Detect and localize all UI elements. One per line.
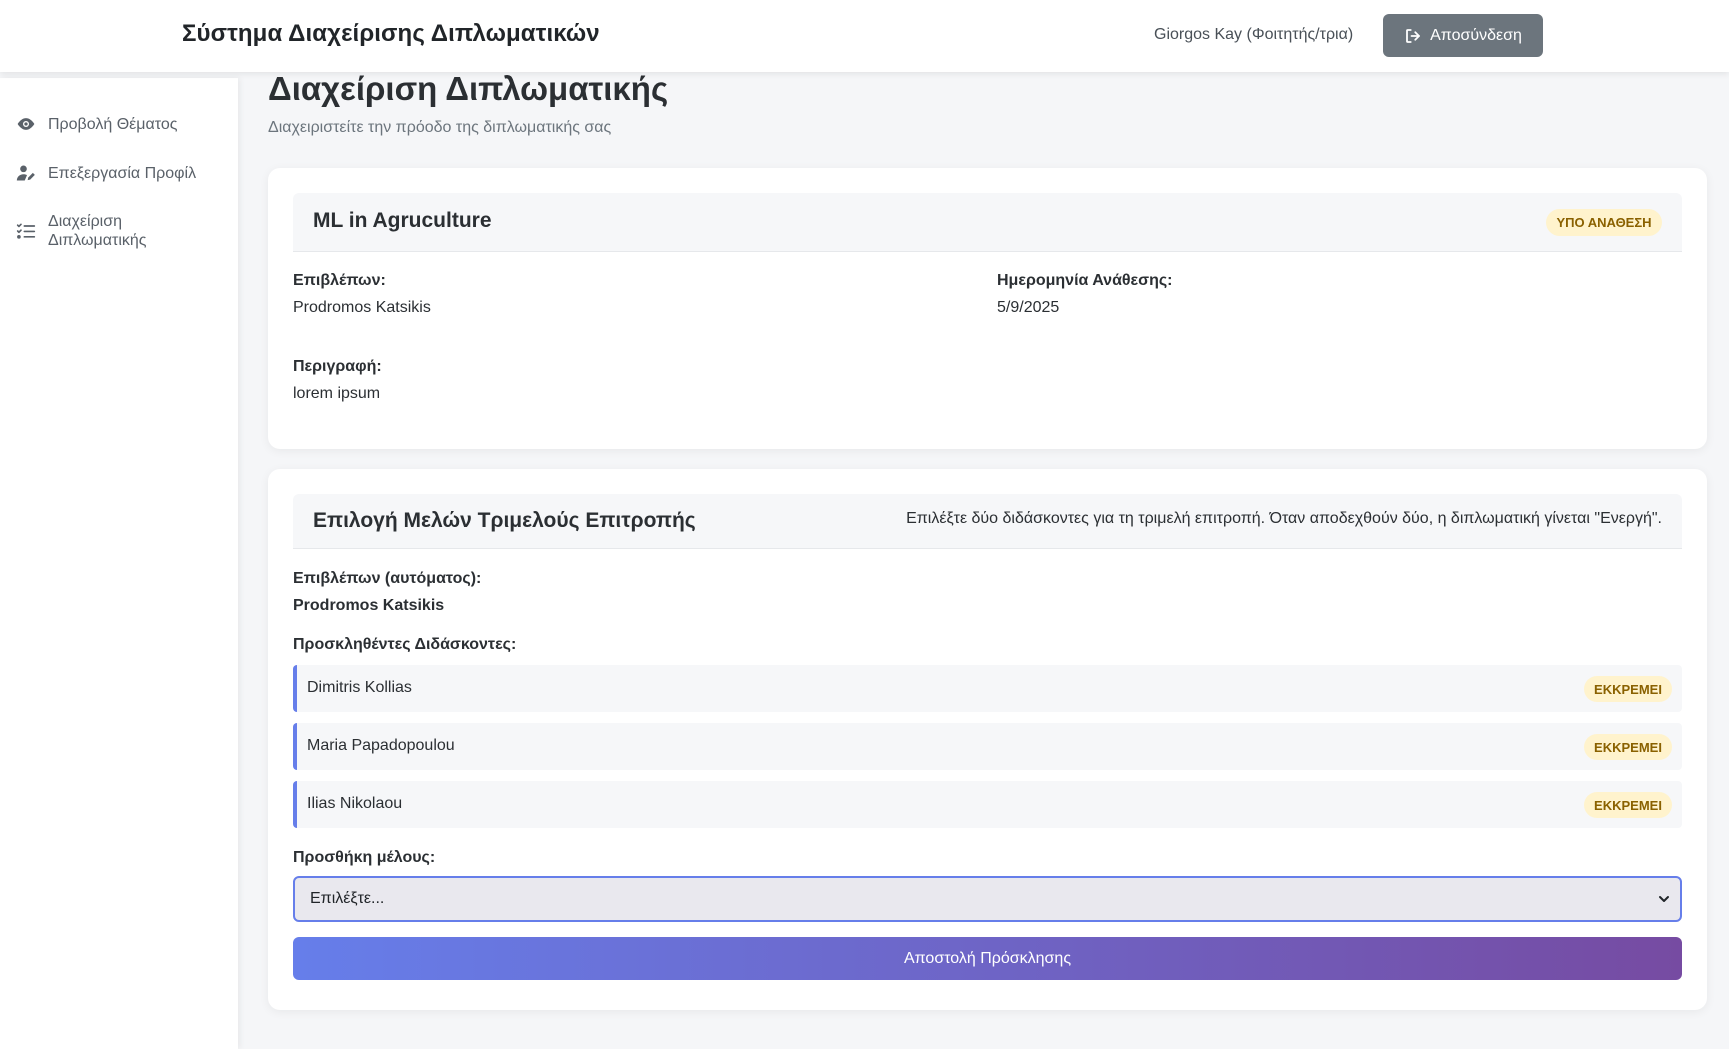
send-invitation-button[interactable]: Αποστολή Πρόσκλησης — [293, 937, 1682, 980]
member-select[interactable]: Επιλέξτε... — [293, 876, 1682, 922]
top-navbar: Σύστημα Διαχείρισης Διπλωματικών Giorgos… — [0, 0, 1729, 72]
status-badge: ΕΚΚΡΕΜΕΙ — [1584, 676, 1672, 702]
status-badge: ΕΚΚΡΕΜΕΙ — [1584, 734, 1672, 760]
sidebar-item-manage-thesis[interactable]: Διαχείριση Διπλωματικής — [16, 212, 168, 250]
status-badge: ΕΚΚΡΕΜΕΙ — [1584, 792, 1672, 818]
user-edit-icon — [16, 165, 35, 181]
status-badge: ΥΠΟ ΑΝΑΘΕΣΗ — [1546, 209, 1662, 236]
invited-member-name: Ilias Nikolaou — [307, 795, 403, 812]
sidebar-item-label: Διαχείριση Διπλωματικής — [48, 213, 147, 249]
sidebar: Προβολή Θέματος Επεξεργασία Προφίλ Διαχε… — [0, 78, 238, 1049]
member-select-value: Επιλέξτε... — [310, 890, 385, 907]
description-label: Περιγραφή: — [293, 358, 382, 375]
committee-instructions: Επιλέξτε δύο διδάσκοντες για τη τριμελή … — [906, 510, 1662, 527]
thesis-card-header: ML in Agruculture ΥΠΟ ΑΝΑΘΕΣΗ — [293, 193, 1682, 252]
sidebar-item-edit-profile[interactable]: Επεξεργασία Προφίλ — [16, 163, 196, 183]
app-title: Σύστημα Διαχείρισης Διπλωματικών — [182, 20, 600, 47]
current-user-name: Giorgos Kay (Φοιτητής/τρια) — [1154, 26, 1354, 43]
committee-card-header: Επιλογή Μελών Τριμελούς Επιτροπής Επιλέξ… — [293, 494, 1682, 549]
thesis-card: ML in Agruculture ΥΠΟ ΑΝΑΘΕΣΗ Επιβλέπων:… — [268, 168, 1707, 449]
page-subtitle: Διαχειριστείτε την πρόοδο της διπλωματικ… — [268, 119, 612, 136]
list-item: Ilias Nikolaou ΕΚΚΡΕΜΕΙ — [293, 781, 1682, 828]
supervisor-value: Prodromos Katsikis — [293, 299, 431, 316]
invited-member-name: Dimitris Kollias — [307, 679, 412, 696]
supervisor-label: Επιβλέπων: — [293, 272, 386, 289]
invited-member-name: Maria Papadopoulou — [307, 737, 455, 754]
checklist-icon — [16, 223, 36, 239]
assignment-date-label: Ημερομηνία Ανάθεσης: — [997, 272, 1173, 289]
add-member-label: Προσθήκη μέλους: — [293, 849, 436, 866]
list-item: Dimitris Kollias ΕΚΚΡΕΜΕΙ — [293, 665, 1682, 712]
auto-supervisor-label: Επιβλέπων (αυτόματος): — [293, 570, 482, 587]
eye-icon — [17, 118, 35, 130]
invited-teachers-label: Προσκληθέντες Διδάσκοντες: — [293, 636, 517, 653]
sidebar-item-label: Επεξεργασία Προφίλ — [48, 164, 197, 182]
sidebar-item-label: Προβολή Θέματος — [48, 115, 178, 133]
auto-supervisor-value: Prodromos Katsikis — [293, 597, 445, 614]
logout-label: Αποσύνδεση — [1430, 26, 1522, 44]
sign-out-icon — [1406, 28, 1420, 43]
sidebar-item-view-topic[interactable]: Προβολή Θέματος — [16, 114, 177, 134]
committee-card: Επιλογή Μελών Τριμελούς Επιτροπής Επιλέξ… — [268, 469, 1707, 1010]
description-value: lorem ipsum — [293, 385, 381, 402]
logout-button[interactable]: Αποσύνδεση — [1383, 14, 1543, 57]
committee-title: Επιλογή Μελών Τριμελούς Επιτροπής — [313, 509, 696, 532]
assignment-date-value: 5/9/2025 — [997, 299, 1060, 316]
list-item: Maria Papadopoulou ΕΚΚΡΕΜΕΙ — [293, 723, 1682, 770]
chevron-down-icon — [1659, 896, 1669, 902]
thesis-title: ML in Agruculture — [313, 209, 492, 232]
page-title: Διαχείριση Διπλωματικής — [268, 70, 669, 107]
